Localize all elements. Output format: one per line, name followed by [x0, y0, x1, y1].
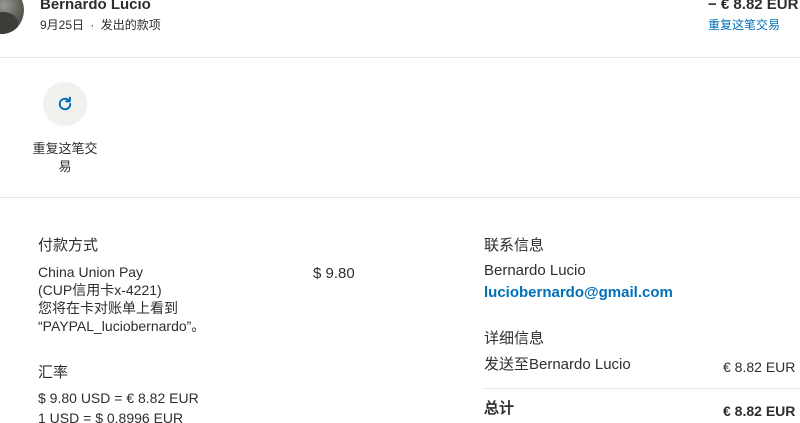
exchange-rate-line2: 1 USD = $ 0.8996 EUR — [38, 410, 184, 423]
actions-bar: 重复这笔交易 — [0, 58, 800, 198]
separator-dot: · — [90, 18, 95, 32]
transaction-amount: − € 8.82 EUR — [708, 0, 799, 13]
payment-method-title: 付款方式 — [38, 237, 99, 254]
sent-to-label: 发送至Bernardo Lucio — [484, 356, 631, 373]
payment-amount: $ 9.80 — [313, 265, 355, 282]
total-amount: € 8.82 EUR — [723, 403, 796, 419]
details-title: 详细信息 — [484, 330, 545, 347]
exchange-rate-line1: $ 9.80 USD = € 8.82 EUR — [38, 390, 199, 406]
statement-note-line1: 您将在卡对账单上看到 — [38, 300, 178, 316]
transaction-subline: 9月25日 · 发出的款项 — [40, 16, 161, 33]
transaction-header: Bernardo Lucio 9月25日 · 发出的款项 − € 8.82 EU… — [0, 0, 800, 58]
transaction-date: 9月25日 — [40, 18, 85, 32]
transaction-type: 发出的款项 — [100, 18, 161, 32]
details-divider — [484, 388, 800, 389]
sent-to-amount: € 8.82 EUR — [723, 359, 796, 375]
contact-email-link[interactable]: luciobernardo@gmail.com — [484, 285, 673, 301]
repeat-transaction-link[interactable]: 重复这笔交易 — [708, 16, 780, 33]
avatar — [0, 0, 24, 34]
repeat-button-circle[interactable] — [43, 82, 87, 126]
refresh-icon — [58, 96, 72, 111]
payment-method-name: China Union Pay — [38, 264, 144, 280]
payment-card: (CUP信用卡x-4221) — [38, 282, 162, 298]
contact-name: Bernardo Lucio — [484, 262, 586, 279]
repeat-transaction-button[interactable]: 重复这笔交易 — [30, 82, 100, 176]
total-label: 总计 — [484, 400, 515, 417]
statement-note-line2: “PAYPAL_luciobernardo”。 — [38, 318, 206, 334]
exchange-rate-title: 汇率 — [38, 364, 69, 381]
repeat-button-label: 重复这笔交易 — [32, 141, 98, 174]
contact-info-title: 联系信息 — [484, 237, 545, 254]
merchant-name: Bernardo Lucio — [40, 0, 151, 13]
